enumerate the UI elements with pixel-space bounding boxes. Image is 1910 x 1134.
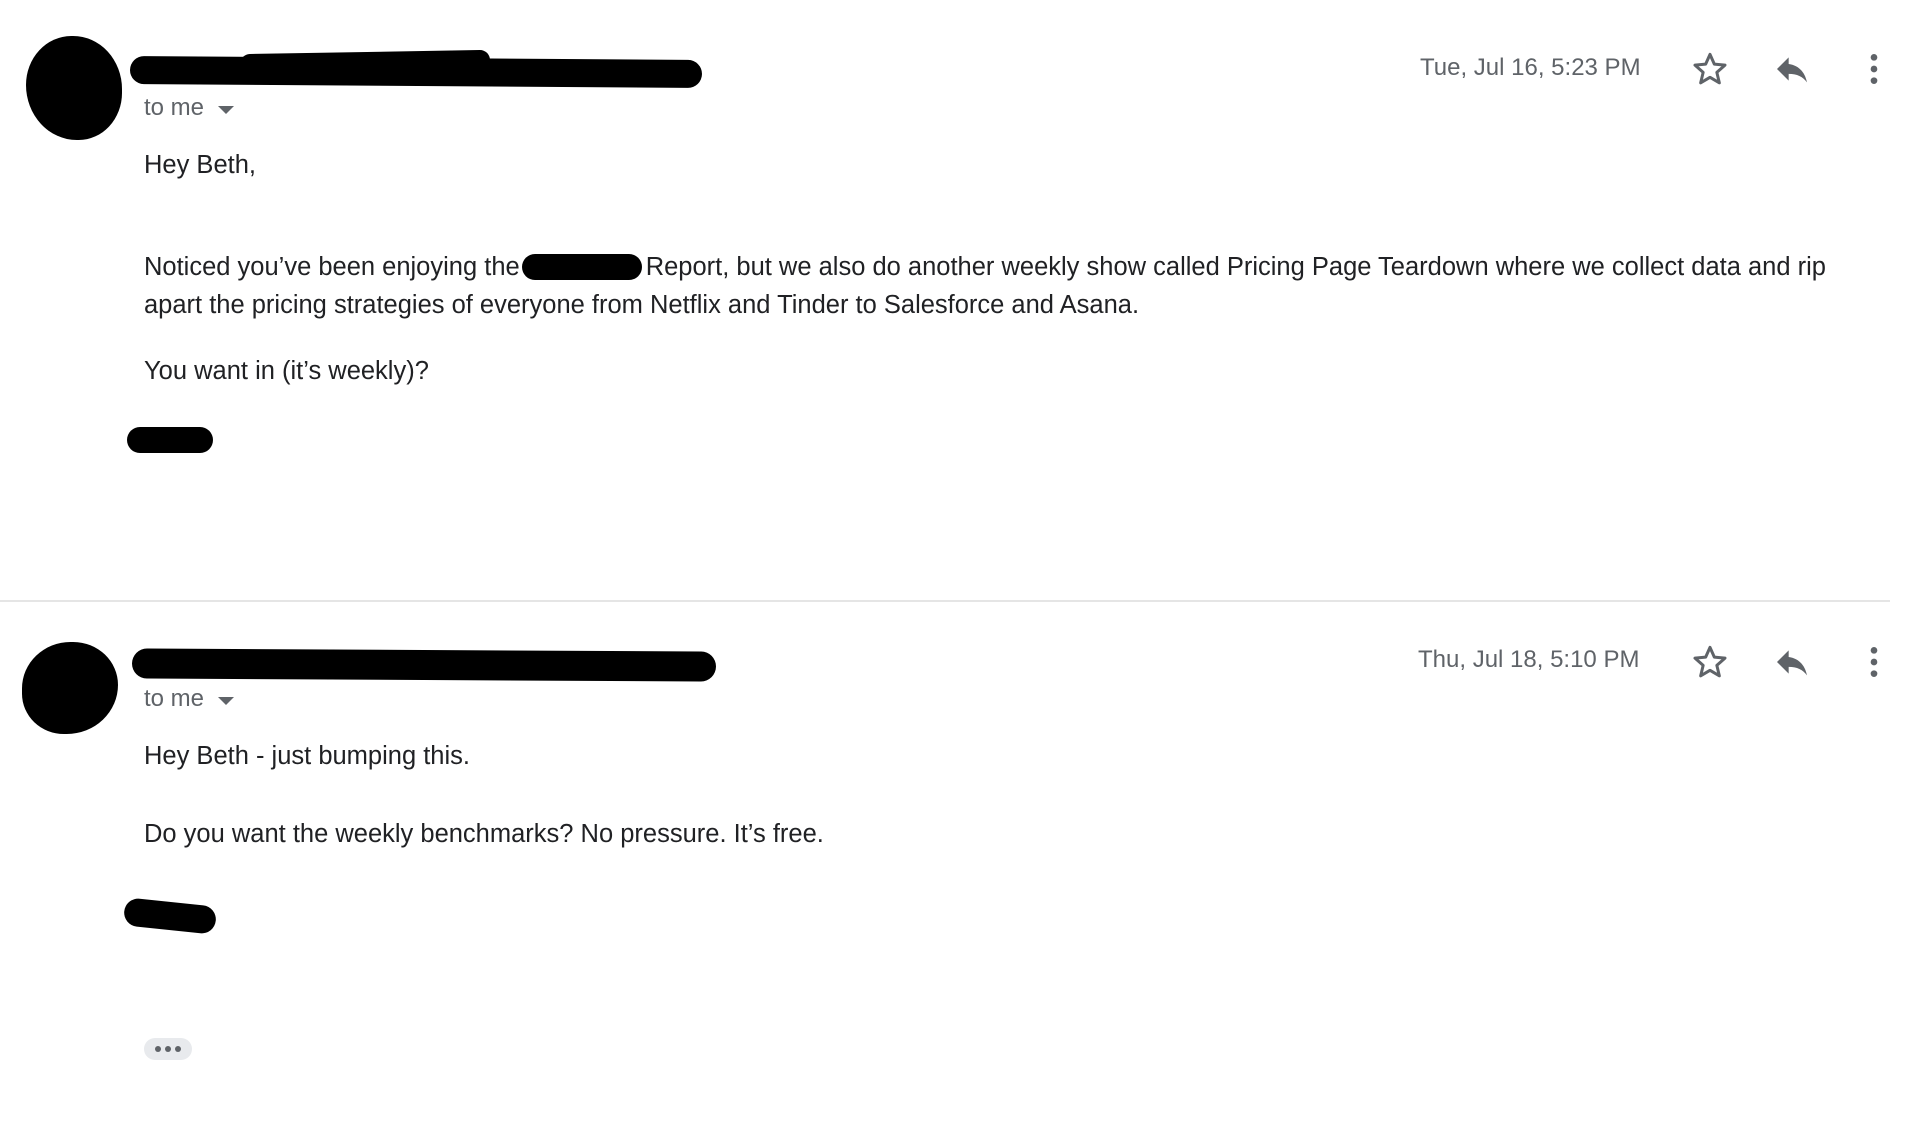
ellipsis-dot — [165, 1046, 171, 1052]
sender-avatar-redacted — [26, 36, 122, 140]
reply-button[interactable] — [1768, 638, 1816, 686]
message-body: Hey Beth - just bumping this. Do you wan… — [144, 737, 1884, 853]
ellipsis-dot — [155, 1046, 161, 1052]
email-message-2: to me Thu, Jul 18, 5:10 PM Hey Beth - ju… — [0, 602, 1890, 1134]
recipient-label: to me — [144, 685, 205, 712]
recipient-details-toggle[interactable]: to me — [144, 94, 235, 122]
recipient-details-toggle[interactable]: to me — [144, 685, 235, 713]
redacted-text — [521, 254, 642, 280]
caret-down-icon — [218, 696, 235, 705]
star-icon — [1693, 52, 1727, 85]
message-paragraph: Noticed you’ve been enjoying the Report, … — [144, 248, 1884, 286]
reply-icon — [1777, 57, 1807, 83]
message-body: Hey Beth, Noticed you’ve been enjoying t… — [144, 146, 1884, 390]
message-date: Thu, Jul 18, 5:10 PM — [1418, 646, 1640, 673]
star-button[interactable] — [1686, 45, 1734, 93]
message-text: apart the pricing strategies of everyone… — [144, 291, 1140, 319]
sender-avatar-redacted — [22, 642, 118, 734]
star-button[interactable] — [1686, 638, 1734, 686]
more-options-button[interactable] — [1850, 638, 1898, 686]
sender-name-redacted — [131, 648, 717, 682]
reply-button[interactable] — [1768, 45, 1816, 93]
show-trimmed-content-button[interactable] — [144, 1038, 192, 1060]
message-paragraph: You want in (it’s weekly)? — [144, 357, 429, 385]
message-date: Tue, Jul 16, 5:23 PM — [1420, 54, 1641, 81]
ellipsis-dot — [175, 1046, 181, 1052]
more-vert-icon — [1870, 54, 1878, 84]
message-text: Noticed you’ve been enjoying the — [144, 253, 520, 281]
message-greeting: Hey Beth, — [144, 151, 256, 179]
email-message-1: to me Tue, Jul 16, 5:23 PM Hey Beth, Not… — [0, 0, 1890, 600]
more-vert-icon — [1870, 647, 1878, 677]
caret-down-icon — [218, 105, 235, 114]
recipient-label: to me — [144, 94, 205, 121]
more-options-button[interactable] — [1850, 45, 1898, 93]
signature-redacted — [122, 897, 218, 935]
message-greeting: Hey Beth - just bumping this. — [144, 742, 470, 770]
star-icon — [1693, 645, 1727, 678]
signature-redacted — [127, 427, 213, 453]
message-paragraph: Do you want the weekly benchmarks? No pr… — [144, 820, 824, 848]
reply-icon — [1777, 650, 1807, 676]
message-text: Report, but we also do another weekly sh… — [645, 253, 1826, 281]
